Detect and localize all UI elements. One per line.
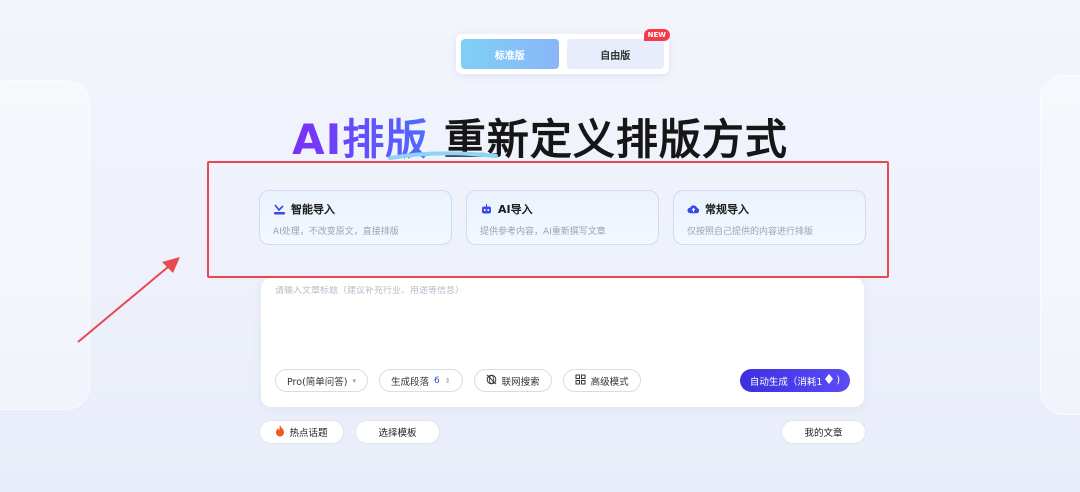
select-template-label: 选择模板 bbox=[378, 428, 417, 439]
new-badge: NEW bbox=[643, 29, 670, 41]
advanced-mode-label: 高级模式 bbox=[590, 376, 629, 388]
article-title-input[interactable] bbox=[275, 286, 835, 296]
mode-select[interactable]: Pro(简单问答) ▾ bbox=[275, 369, 368, 392]
paragraph-count-select[interactable]: 生成段落 6 ⇕ bbox=[379, 369, 463, 392]
select-template-button[interactable]: 选择模板 bbox=[355, 420, 440, 444]
hot-topics-button[interactable]: 热点话题 bbox=[259, 420, 344, 444]
paragraph-count-value: 6 bbox=[434, 375, 440, 386]
smart-import-title: 智能导入 bbox=[291, 203, 335, 216]
smart-import-icon bbox=[273, 203, 286, 216]
chevron-down-icon: ▾ bbox=[352, 376, 356, 385]
regular-import-title: 常规导入 bbox=[705, 203, 749, 216]
fire-icon bbox=[275, 424, 285, 440]
ai-import-title: AI导入 bbox=[498, 203, 533, 216]
article-editor-panel: Pro(简单问答) ▾ 生成段落 6 ⇕ 联网搜索 bbox=[261, 278, 864, 407]
hot-topics-label: 热点话题 bbox=[289, 428, 328, 439]
regular-import-card[interactable]: 常规导入 仅按照自己提供的内容进行排版 bbox=[673, 190, 866, 245]
page-title: AI排版 重新定义排版方式 bbox=[0, 106, 1080, 167]
paragraph-count-label: 生成段落 bbox=[391, 376, 430, 388]
annotation-arrow bbox=[77, 257, 180, 343]
my-articles-label: 我的文章 bbox=[804, 428, 843, 439]
import-options: 智能导入 AI处理，不改变原文，直接排版 AI导入 提供参考内容，AI重新撰写文… bbox=[259, 190, 866, 245]
globe-off-icon bbox=[486, 374, 497, 388]
my-articles-button[interactable]: 我的文章 bbox=[781, 420, 866, 444]
free-version-tab[interactable]: 自由版 NEW bbox=[566, 29, 670, 69]
auto-generate-label: 自动生成（消耗1 bbox=[749, 376, 823, 388]
auto-generate-button[interactable]: 自动生成（消耗1 ) bbox=[740, 369, 850, 392]
version-switch: 标准版 自由版 NEW bbox=[456, 29, 670, 74]
smart-import-desc: AI处理，不改变原文，直接排版 bbox=[273, 227, 399, 237]
stepper-arrows-icon: ⇕ bbox=[444, 376, 451, 385]
ai-import-card[interactable]: AI导入 提供参考内容，AI重新撰写文章 bbox=[466, 190, 659, 245]
web-search-toggle[interactable]: 联网搜索 bbox=[473, 369, 552, 392]
free-version-label: 自由版 bbox=[600, 50, 631, 62]
robot-icon bbox=[480, 203, 493, 216]
ai-import-desc: 提供参考内容，AI重新撰写文章 bbox=[480, 227, 606, 237]
smart-import-card[interactable]: 智能导入 AI处理，不改变原文，直接排版 bbox=[259, 190, 452, 245]
diamond-icon bbox=[825, 374, 834, 387]
cloud-upload-icon bbox=[687, 203, 700, 216]
regular-import-desc: 仅按照自己提供的内容进行排版 bbox=[687, 227, 814, 237]
editor-toolbar: Pro(简单问答) ▾ 生成段落 6 ⇕ 联网搜索 高级模式 bbox=[275, 369, 641, 392]
standard-version-tab[interactable]: 标准版 bbox=[461, 39, 559, 69]
mode-select-label: Pro(简单问答) bbox=[287, 376, 348, 388]
standard-version-label: 标准版 bbox=[494, 50, 525, 62]
web-search-label: 联网搜索 bbox=[501, 376, 540, 388]
generate-close-paren: ) bbox=[836, 375, 841, 386]
advanced-mode-button[interactable]: 高级模式 bbox=[562, 369, 641, 392]
grid-icon bbox=[575, 374, 586, 388]
